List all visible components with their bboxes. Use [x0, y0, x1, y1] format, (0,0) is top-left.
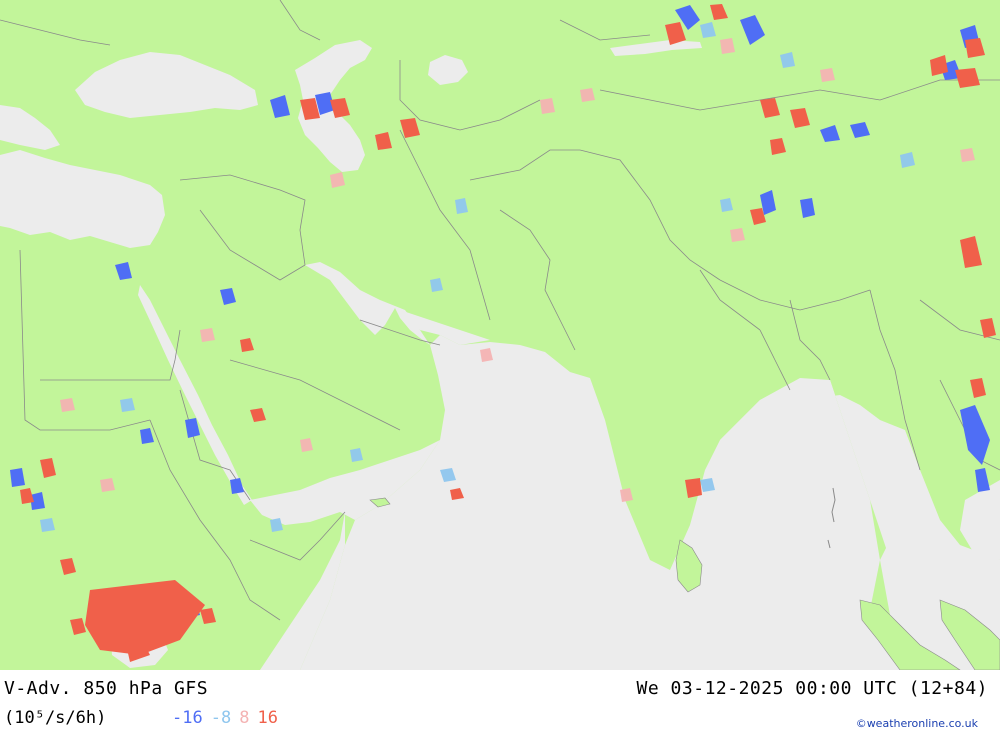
units-label: (10⁵/s/6h) [4, 708, 107, 728]
legend-item: -16 [172, 708, 203, 728]
forecast-time: We 03-12-2025 00:00 UTC (12+84) [636, 678, 988, 699]
legend-item: -8 [210, 708, 232, 728]
legend-item: 16 [257, 708, 278, 728]
weather-map [0, 0, 1000, 670]
map-footer: V-Adv. 850 hPa GFS We 03-12-2025 00:00 U… [0, 670, 1000, 733]
credit-link[interactable]: ©weatheronline.co.uk [856, 717, 978, 730]
legend-item: 8 [239, 708, 250, 728]
color-legend: -16 -8 8 16 [172, 708, 286, 728]
map-title: V-Adv. 850 hPa GFS [4, 678, 209, 699]
